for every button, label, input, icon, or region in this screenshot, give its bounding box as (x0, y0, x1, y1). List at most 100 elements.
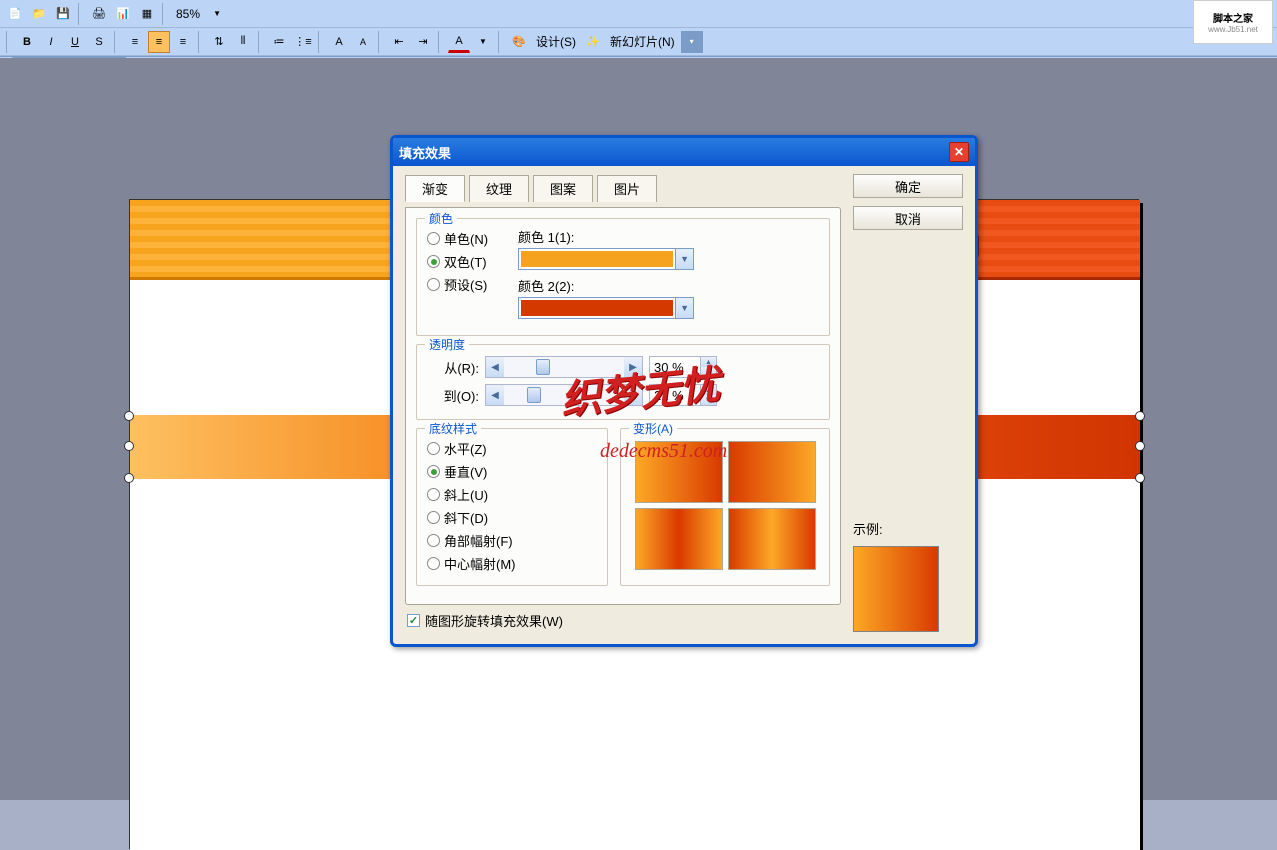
selection-handle[interactable] (124, 441, 134, 451)
dialog-titlebar[interactable]: 填充效果 ✕ (393, 138, 975, 166)
example-preview (853, 546, 939, 632)
trans-to-label: 到(O): (427, 386, 479, 405)
slider-left-icon[interactable]: ◀ (486, 357, 504, 377)
selection-handle[interactable] (1135, 473, 1145, 483)
variants-group: 变形(A) (620, 428, 830, 586)
style-diag-down[interactable]: 斜下(D) (427, 506, 597, 529)
toolbar-overflow[interactable]: ▾ (681, 31, 703, 53)
rotate-fill-check[interactable]: ✓ 随图形旋转填充效果(W) (405, 605, 841, 632)
selection-handle[interactable] (124, 411, 134, 421)
variant-4[interactable] (728, 508, 816, 570)
zoom-dropdown[interactable]: ▼ (206, 3, 228, 25)
dialog-title: 填充效果 (399, 143, 451, 162)
columns-button[interactable]: ⫴ (232, 31, 254, 53)
toolbar-top: 📄 📁 💾 🖨 📊 ▦ 85% ▼ (0, 0, 1277, 28)
colors-group: 颜色 单色(N) 双色(T) 预设(S) 颜色 1(1): ▼ (416, 218, 830, 336)
toolbar-format: B I U S ≡ ≡ ≡ ⇅ ⫴ ≔ ⋮≡ A A ⇤ ⇥ A ▼ 🎨 设计(… (0, 28, 1277, 56)
line-spacing-button[interactable]: ⇅ (208, 31, 230, 53)
tab-gradient[interactable]: 渐变 (405, 175, 465, 202)
spinner-down-icon[interactable]: ▼ (701, 395, 716, 405)
align-left-button[interactable]: ≡ (124, 31, 146, 53)
toolbar-icon[interactable]: 💾 (52, 3, 74, 25)
transparency-legend: 透明度 (425, 336, 469, 353)
toolbar-icon[interactable]: 📄 (4, 3, 26, 25)
ok-button[interactable]: 确定 (853, 174, 963, 198)
style-horizontal[interactable]: 水平(Z) (427, 437, 597, 460)
radio-one-color[interactable]: 单色(N) (427, 227, 488, 250)
example-label: 示例: (853, 519, 963, 538)
colors-legend: 颜色 (425, 210, 457, 227)
new-slide-button[interactable]: 新幻灯片(N) (606, 33, 679, 50)
style-vertical[interactable]: 垂直(V) (427, 460, 597, 483)
align-center-button[interactable]: ≡ (148, 31, 170, 53)
slider-right-icon[interactable]: ▶ (624, 385, 642, 405)
outdent-button[interactable]: ⇤ (388, 31, 410, 53)
trans-from-spinner[interactable]: ▲▼ (649, 356, 717, 378)
selection-handle[interactable] (1135, 441, 1145, 451)
selection-handle[interactable] (124, 473, 134, 483)
toolbar-icon[interactable]: 🖨 (88, 3, 110, 25)
tab-pattern[interactable]: 图案 (533, 175, 593, 202)
trans-from-label: 从(R): (427, 358, 479, 377)
selection-handle[interactable] (1135, 411, 1145, 421)
variant-2[interactable] (728, 441, 816, 503)
style-diag-up[interactable]: 斜上(U) (427, 483, 597, 506)
radio-preset[interactable]: 预设(S) (427, 273, 488, 296)
variants-legend: 变形(A) (629, 420, 677, 437)
font-color-button[interactable]: A (448, 31, 470, 53)
design-icon[interactable]: 🎨 (508, 31, 530, 53)
indent-button[interactable]: ⇥ (412, 31, 434, 53)
font-grow-button[interactable]: A (328, 31, 350, 53)
toolbar-icon[interactable]: 📁 (28, 3, 50, 25)
align-right-button[interactable]: ≡ (172, 31, 194, 53)
font-shrink-button[interactable]: A (352, 31, 374, 53)
logo-url: www.Jb51.net (1208, 25, 1258, 34)
color1-label: 颜色 1(1): (518, 227, 600, 246)
tab-picture[interactable]: 图片 (597, 175, 657, 202)
color2-picker[interactable]: ▼ (518, 297, 694, 319)
tab-strip: 渐变 纹理 图案 图片 (405, 174, 841, 201)
style-corner[interactable]: 角部幅射(F) (427, 529, 597, 552)
close-button[interactable]: ✕ (949, 142, 969, 162)
slider-left-icon[interactable]: ◀ (486, 385, 504, 405)
shadow-button[interactable]: S (88, 31, 110, 53)
rotate-fill-label: 随图形旋转填充效果(W) (425, 611, 563, 630)
slider-right-icon[interactable]: ▶ (624, 357, 642, 377)
dropdown-icon[interactable]: ▼ (675, 298, 693, 318)
spinner-up-icon[interactable]: ▲ (701, 357, 716, 367)
design-button[interactable]: 设计(S) (532, 33, 580, 50)
dropdown-icon[interactable]: ▼ (675, 249, 693, 269)
style-legend: 底纹样式 (425, 420, 481, 437)
site-logo: 脚本之家 www.Jb51.net (1193, 0, 1273, 44)
chart-icon[interactable]: 📊 (112, 3, 134, 25)
transparency-group: 透明度 从(R): ◀ ▶ ▲▼ 到( (416, 344, 830, 420)
trans-from-input[interactable] (650, 357, 700, 377)
spinner-up-icon[interactable]: ▲ (701, 385, 716, 395)
color2-label: 颜色 2(2): (518, 276, 600, 295)
fill-effects-dialog: 填充效果 ✕ 渐变 纹理 图案 图片 颜色 单色(N) 双色(T) 预设(S) (390, 135, 978, 647)
variant-1[interactable] (635, 441, 723, 503)
font-color-dropdown[interactable]: ▼ (472, 31, 494, 53)
radio-two-color[interactable]: 双色(T) (427, 250, 488, 273)
tab-texture[interactable]: 纹理 (469, 175, 529, 202)
trans-to-spinner[interactable]: ▲▼ (649, 384, 717, 406)
trans-to-input[interactable] (650, 385, 700, 405)
italic-button[interactable]: I (40, 31, 62, 53)
checkbox-icon[interactable]: ✓ (407, 614, 420, 627)
bold-button[interactable]: B (16, 31, 38, 53)
underline-button[interactable]: U (64, 31, 86, 53)
variant-3[interactable] (635, 508, 723, 570)
new-slide-icon[interactable]: ✨ (582, 31, 604, 53)
numbering-button[interactable]: ≔ (268, 31, 290, 53)
zoom-value[interactable]: 85% (172, 7, 204, 21)
logo-text: 脚本之家 (1213, 10, 1253, 25)
trans-from-slider[interactable]: ◀ ▶ (485, 356, 643, 378)
table-icon[interactable]: ▦ (136, 3, 158, 25)
bullets-button[interactable]: ⋮≡ (292, 31, 314, 53)
spinner-down-icon[interactable]: ▼ (701, 367, 716, 377)
trans-to-slider[interactable]: ◀ ▶ (485, 384, 643, 406)
shading-style-group: 底纹样式 水平(Z) 垂直(V) 斜上(U) 斜下(D) 角部幅射(F) 中心幅… (416, 428, 608, 586)
cancel-button[interactable]: 取消 (853, 206, 963, 230)
style-center[interactable]: 中心幅射(M) (427, 552, 597, 575)
color1-picker[interactable]: ▼ (518, 248, 694, 270)
